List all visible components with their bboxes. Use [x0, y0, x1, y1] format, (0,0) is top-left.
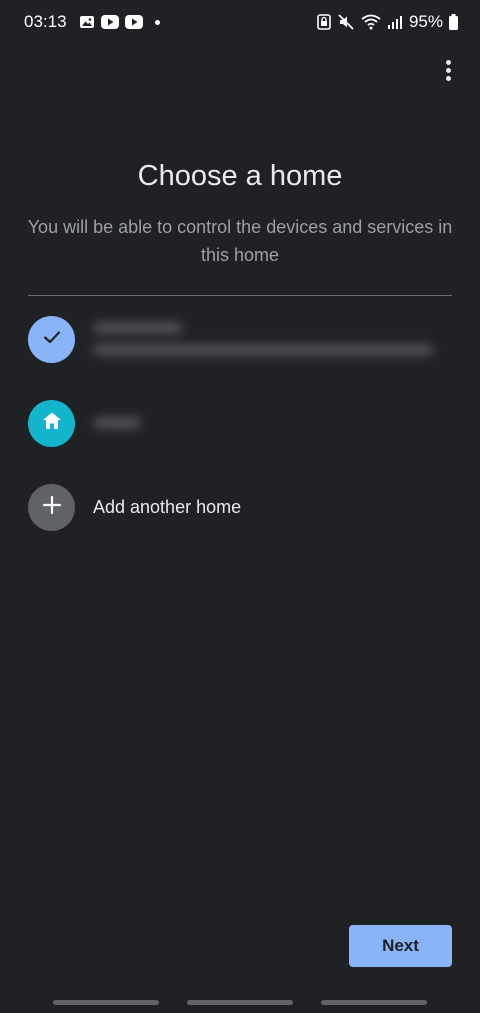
- youtube-icon: [124, 15, 143, 29]
- home-item-selected[interactable]: [28, 315, 452, 363]
- redacted-home-name: [93, 322, 183, 334]
- nav-home-handle[interactable]: [187, 1000, 293, 1005]
- lock-icon: [317, 14, 331, 30]
- next-button[interactable]: Next: [349, 925, 452, 967]
- home-item-text: [93, 417, 141, 429]
- page-subtitle: You will be able to control the devices …: [27, 217, 453, 265]
- battery-percent: 95%: [408, 12, 443, 31]
- check-icon: [41, 326, 63, 353]
- redacted-home-address: [93, 344, 433, 356]
- overflow-dot: [445, 67, 451, 73]
- nav-back-handle[interactable]: [321, 1000, 427, 1005]
- overflow-dot: [445, 75, 451, 81]
- add-home-label: Add another home: [93, 496, 242, 517]
- plus-icon: [42, 495, 62, 520]
- home-icon: [40, 409, 64, 438]
- notification-dot-icon: [154, 19, 160, 25]
- home-item[interactable]: [28, 399, 452, 447]
- signal-icon: [387, 15, 403, 29]
- overflow-dot: [445, 59, 451, 65]
- home-avatar-selected: [28, 315, 75, 363]
- wifi-icon: [361, 14, 381, 30]
- divider: [28, 295, 452, 296]
- home-avatar: [28, 399, 75, 447]
- more-options-icon[interactable]: [434, 56, 462, 84]
- home-item-text: [93, 322, 433, 356]
- page-title: Choose a home: [137, 160, 343, 192]
- nav-recents-handle[interactable]: [53, 1000, 159, 1005]
- redacted-home-name: [93, 417, 141, 429]
- gallery-icon: [79, 14, 95, 30]
- system-nav-bar: [0, 1000, 480, 1006]
- battery-icon: [449, 14, 458, 30]
- mute-icon: [337, 13, 355, 31]
- status-bar: 03:13 95%: [0, 0, 480, 44]
- add-home-item[interactable]: Add another home: [28, 483, 452, 531]
- youtube-icon: [100, 15, 119, 29]
- status-bar-left: 03:13: [24, 12, 160, 32]
- clock: 03:13: [24, 12, 67, 31]
- choose-home-screen: 03:13 95% Choose a home You will be able…: [0, 0, 480, 1013]
- status-bar-right: 95%: [317, 12, 458, 32]
- add-home-text: Add another home: [93, 497, 241, 518]
- add-home-avatar: [28, 483, 75, 531]
